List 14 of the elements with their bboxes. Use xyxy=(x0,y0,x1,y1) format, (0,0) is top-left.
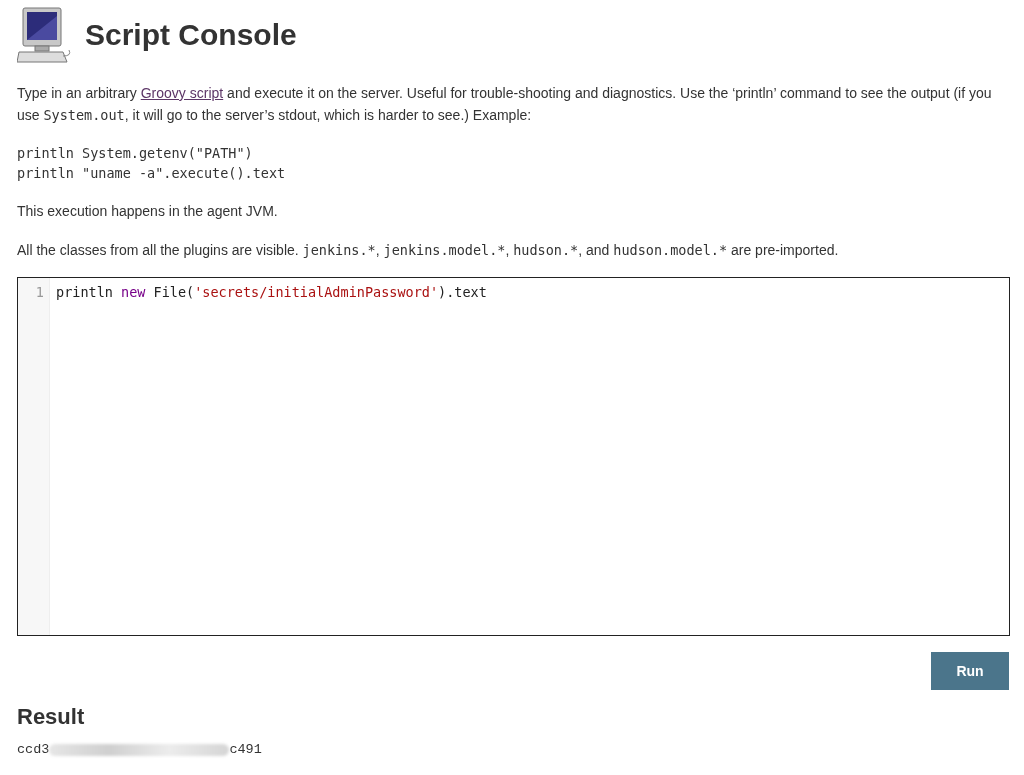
result-heading: Result xyxy=(17,704,86,730)
agent-note: This execution happens in the agent JVM. xyxy=(17,202,279,221)
imports-note: All the classes from all the plugins are visible. jenkins.*, jenkins.model.*, hudson.*, and hudson.model.* are pre-imported. xyxy=(17,241,840,260)
result-text: ccd3 xyxy=(17,742,50,757)
computer-icon xyxy=(17,6,73,64)
page-title: Script Console xyxy=(85,18,297,52)
script-editor[interactable]: 1 println new File('secrets/initialAdminPassword').text xyxy=(17,277,1010,636)
result-text: c491 xyxy=(229,742,262,757)
description-paragraph: Type in an arbitrary Groovy script and execute it on the server. Useful for trouble-shooting and diagnostics. Use the ‘println’ command to see the output (if you use System.out, it will go to the server’s stdout, which is harder to see.) Example: xyxy=(17,84,993,125)
groovy-script-link[interactable]: Groovy script xyxy=(140,85,224,101)
run-button[interactable]: Run xyxy=(931,652,1009,690)
code-line: println new File('secrets/initialAdminPassword').text xyxy=(56,283,488,302)
line-number: 1 xyxy=(34,283,45,302)
example-code: println System.getenv("PATH") println "uname -a".execute().text xyxy=(17,144,287,183)
